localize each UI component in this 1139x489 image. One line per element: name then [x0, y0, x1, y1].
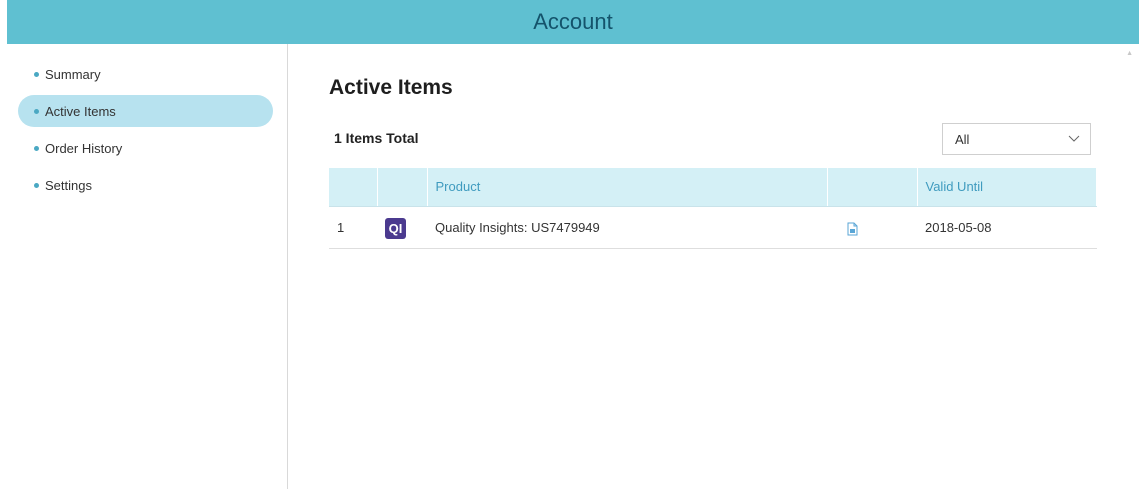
sidebar: Summary Active Items Order History Setti…	[0, 44, 288, 489]
sidebar-item-summary[interactable]: Summary	[18, 58, 273, 90]
sidebar-item-label: Summary	[45, 66, 101, 82]
table-header-row: Product Valid Until	[329, 168, 1097, 207]
table-row[interactable]: 1 QI Quality Insights: US7479949 2018-05…	[329, 206, 1097, 249]
active-items-table: Product Valid Until 1 QI Quality Insight…	[329, 168, 1097, 249]
column-header-product[interactable]: Product	[427, 168, 828, 207]
account-app: Account Summary Active Items Order Histo…	[0, 0, 1139, 489]
scroll-up-arrow-icon[interactable]: ▲	[1126, 50, 1133, 57]
filter-selected-value: All	[955, 131, 970, 147]
bullet-dot-icon	[34, 108, 39, 114]
sidebar-menu: Summary Active Items Order History Setti…	[18, 58, 273, 206]
column-header-index	[329, 168, 378, 207]
column-header-valid-until[interactable]: Valid Until	[917, 168, 1097, 207]
quality-insights-badge-icon: QI	[385, 218, 406, 239]
row-document-cell	[827, 206, 917, 249]
sidebar-item-label: Order History	[45, 140, 123, 156]
sidebar-item-label: Settings	[45, 177, 92, 193]
row-product[interactable]: Quality Insights: US7479949	[427, 206, 827, 249]
header-bar: Account	[7, 0, 1139, 44]
column-header-badge	[377, 168, 428, 207]
bullet-dot-icon	[34, 71, 39, 77]
document-icon[interactable]	[845, 222, 859, 236]
column-header-document	[827, 168, 918, 207]
chevron-down-icon	[1068, 135, 1080, 142]
row-index: 1	[329, 206, 377, 249]
sidebar-item-settings[interactable]: Settings	[18, 169, 273, 201]
items-total-label: 1 Items Total	[334, 130, 419, 146]
page-header-title: Account	[533, 9, 613, 34]
sidebar-item-order-history[interactable]: Order History	[18, 132, 273, 164]
main-content: ▲ Active Items 1 Items Total All Product…	[289, 44, 1139, 489]
bullet-dot-icon	[34, 182, 39, 188]
bullet-dot-icon	[34, 145, 39, 151]
sidebar-item-label: Active Items	[45, 103, 116, 119]
row-badge-cell: QI	[377, 206, 427, 249]
row-valid-until: 2018-05-08	[917, 206, 1097, 249]
filter-dropdown[interactable]: All	[942, 123, 1091, 155]
sidebar-item-active-items[interactable]: Active Items	[18, 95, 273, 127]
page-title: Active Items	[329, 76, 453, 99]
